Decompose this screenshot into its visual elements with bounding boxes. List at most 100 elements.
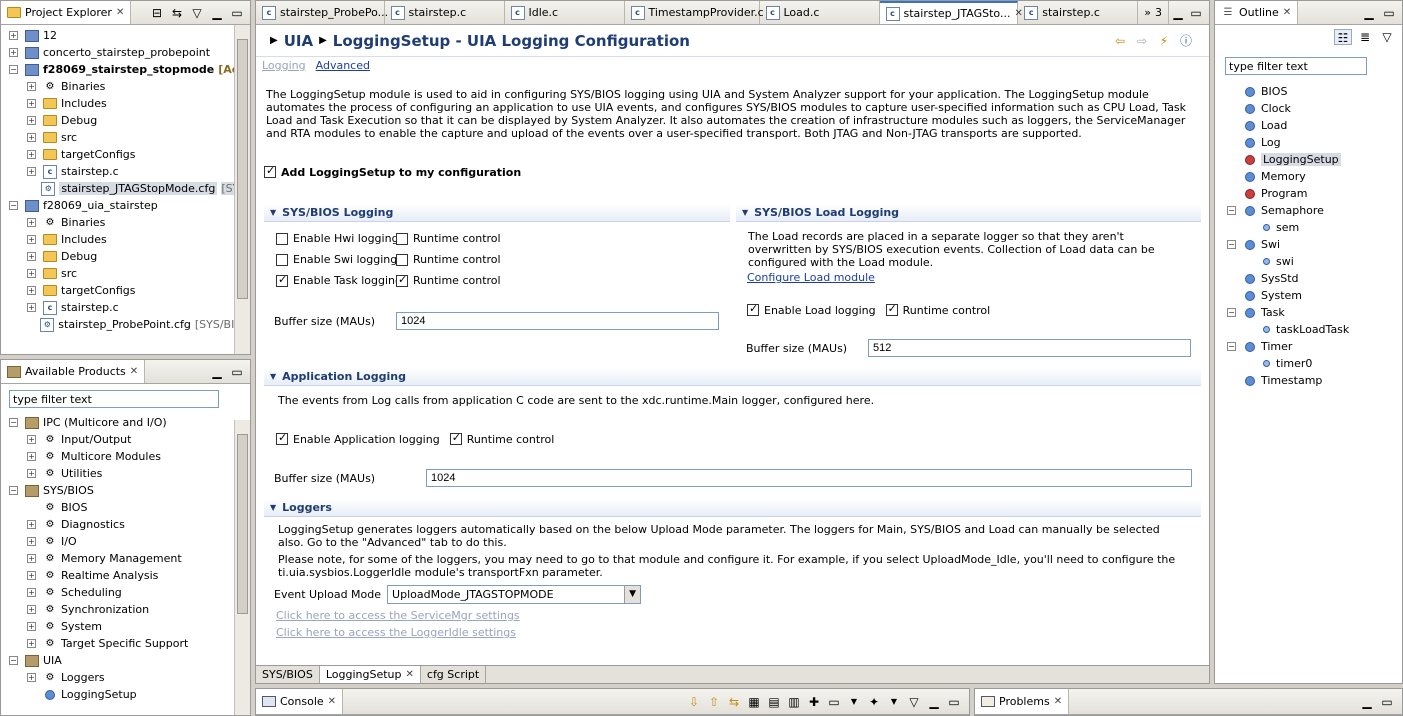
- subtab-advanced[interactable]: Advanced: [316, 59, 370, 72]
- event-upload-mode-select[interactable]: UploadMode_JTAGSTOPMODE ▼: [387, 585, 642, 604]
- collapse-icon[interactable]: −: [1227, 240, 1236, 249]
- app-logging-header[interactable]: ▼ Application Logging: [264, 368, 1201, 386]
- close-icon[interactable]: ✕: [130, 366, 138, 377]
- enable-app-logging-checkbox[interactable]: [276, 431, 288, 445]
- products-filter-input[interactable]: [9, 390, 219, 408]
- sysbios-buffer-input[interactable]: [396, 312, 719, 330]
- view-menu-icon[interactable]: ▽: [1378, 29, 1396, 45]
- tree-item-input-output[interactable]: + ⚙ Input/Output: [9, 431, 250, 448]
- tree-item-bios[interactable]: BIOS: [1227, 83, 1402, 100]
- tree-item-memory-management[interactable]: + ⚙ Memory Management: [9, 550, 250, 567]
- tree-item-program[interactable]: Program: [1227, 185, 1402, 202]
- view-menu-icon[interactable]: ▽: [905, 694, 923, 710]
- back-icon[interactable]: ⇦: [1111, 33, 1129, 49]
- tree-item-uia[interactable]: − UIA: [9, 652, 250, 669]
- collapse-icon[interactable]: ▼: [270, 372, 276, 381]
- dropdown-arrow-icon[interactable]: ▼: [885, 694, 903, 710]
- bottom-tab-loggingsetup[interactable]: LoggingSetup ✕: [319, 666, 421, 683]
- maximize-icon[interactable]: ▭: [228, 364, 246, 380]
- enable-enable-swi-logging-checkbox[interactable]: [276, 253, 288, 266]
- new-console-icon[interactable]: ✚: [805, 694, 823, 710]
- dropdown-arrow-icon[interactable]: ▼: [624, 586, 641, 603]
- maximize-icon[interactable]: ▭: [1380, 5, 1398, 21]
- expand-icon[interactable]: +: [27, 554, 36, 563]
- tree-item-taskloadtask[interactable]: taskLoadTask: [1227, 321, 1402, 338]
- minimize-icon[interactable]: ▁: [1358, 694, 1376, 710]
- scroll-up-icon[interactable]: ⇧: [705, 694, 723, 710]
- display-console-icon[interactable]: ▭: [825, 694, 843, 710]
- expand-icon[interactable]: +: [27, 469, 36, 478]
- collapse-icon[interactable]: −: [9, 656, 18, 665]
- tree-view-icon[interactable]: ☷: [1334, 29, 1352, 45]
- close-icon[interactable]: ✕: [1283, 7, 1291, 18]
- tree-item-swi[interactable]: swi: [1227, 253, 1402, 270]
- expand-icon[interactable]: +: [27, 150, 36, 159]
- expand-icon[interactable]: +: [9, 31, 18, 40]
- tree-item-binaries[interactable]: + ⚙ Binaries: [9, 78, 250, 95]
- expand-icon[interactable]: +: [27, 588, 36, 597]
- add-logging-setup-checkbox[interactable]: [264, 164, 276, 178]
- tree-item-swi[interactable]: − Swi: [1227, 236, 1402, 253]
- collapse-icon[interactable]: −: [1227, 308, 1236, 317]
- scrollbar-thumb[interactable]: [237, 434, 248, 614]
- close-icon[interactable]: ✕: [116, 7, 124, 18]
- scroll-lock-icon[interactable]: ⇆: [725, 694, 743, 710]
- pin-console-icon[interactable]: ▤: [765, 694, 783, 710]
- expand-icon[interactable]: +: [27, 673, 36, 682]
- tab-console[interactable]: Console ✕: [256, 689, 344, 714]
- expand-icon[interactable]: +: [27, 133, 36, 142]
- runtime-control-checkbox[interactable]: [396, 232, 408, 245]
- enable-enable-hwi-logging-checkbox[interactable]: [276, 232, 288, 245]
- runtime-control-checkbox[interactable]: [396, 253, 408, 266]
- close-icon[interactable]: ✕: [328, 696, 336, 707]
- expand-icon[interactable]: +: [27, 435, 36, 444]
- load-logging-header[interactable]: ▼ SYS/BIOS Load Logging: [736, 204, 1201, 222]
- tree-item-loggingsetup[interactable]: LoggingSetup: [9, 686, 250, 703]
- tree-item-task[interactable]: − Task: [1227, 304, 1402, 321]
- loggers-header[interactable]: ▼ Loggers: [264, 499, 1201, 517]
- tab-stairstep-probepo[interactable]: c stairstep_ProbePo...: [256, 1, 388, 24]
- minimize-icon[interactable]: ▁: [1360, 5, 1378, 21]
- collapse-icon[interactable]: ▼: [270, 208, 276, 217]
- collapse-all-icon[interactable]: ⊟: [148, 5, 166, 21]
- breadcrumb-arrow-icon[interactable]: ▶: [270, 35, 278, 46]
- outline-filter-input[interactable]: [1225, 57, 1367, 75]
- minimize-icon[interactable]: ▁: [208, 5, 226, 21]
- expand-icon[interactable]: +: [27, 116, 36, 125]
- expand-icon[interactable]: +: [27, 571, 36, 580]
- copy-icon[interactable]: ▥: [785, 694, 803, 710]
- bottom-tab-cfg-script[interactable]: cfg Script: [421, 666, 487, 683]
- expand-icon[interactable]: +: [27, 622, 36, 631]
- close-icon[interactable]: ✕: [406, 669, 414, 680]
- tree-item-diagnostics[interactable]: + ⚙ Diagnostics: [9, 516, 250, 533]
- collapse-icon[interactable]: −: [9, 65, 18, 74]
- runtime-control-checkbox[interactable]: [396, 273, 408, 287]
- tab-load-c[interactable]: c Load.c: [760, 1, 880, 24]
- sysbios-logging-header[interactable]: ▼ SYS/BIOS Logging: [264, 204, 730, 222]
- link-editor-icon[interactable]: ⇆: [168, 5, 186, 21]
- tree-item-sysstd[interactable]: SysStd: [1227, 270, 1402, 287]
- maximize-icon[interactable]: ▭: [1378, 694, 1396, 710]
- tree-item-load[interactable]: Load: [1227, 117, 1402, 134]
- tree-item-stairstep-c[interactable]: + c stairstep.c: [9, 299, 250, 316]
- tree-item-i-o[interactable]: + ⚙ I/O: [9, 533, 250, 550]
- project-tree-scrollbar[interactable]: [234, 25, 250, 354]
- app-runtime-control-checkbox[interactable]: [449, 431, 462, 445]
- scrollbar-thumb[interactable]: [237, 39, 248, 299]
- collapse-icon[interactable]: −: [9, 201, 18, 210]
- tree-item-clock[interactable]: Clock: [1227, 100, 1402, 117]
- tree-item-target-specific-support[interactable]: + ⚙ Target Specific Support: [9, 635, 250, 652]
- tab-stairstep-jtagsto[interactable]: c stairstep_JTAGSto... ✕: [879, 1, 1023, 24]
- tree-item-utilities[interactable]: + ⚙ Utilities: [9, 465, 250, 482]
- tab-outline[interactable]: ☰ Outline ✕: [1215, 1, 1299, 24]
- clear-console-icon[interactable]: ▦: [745, 694, 763, 710]
- tab-stairstep-c[interactable]: c stairstep.c: [1018, 1, 1139, 24]
- tree-item-realtime-analysis[interactable]: + ⚙ Realtime Analysis: [9, 567, 250, 584]
- tree-item-debug[interactable]: + Debug: [9, 112, 250, 129]
- tree-item-ipc-multicore-and-i-o[interactable]: − IPC (Multicore and I/O): [9, 414, 250, 431]
- scroll-down-icon[interactable]: ⇩: [685, 694, 703, 710]
- expand-icon[interactable]: +: [27, 235, 36, 244]
- expand-icon[interactable]: +: [27, 218, 36, 227]
- tree-item-semaphore[interactable]: − Semaphore: [1227, 202, 1402, 219]
- servicemgr-settings-link[interactable]: Click here to access the ServiceMgr sett…: [276, 609, 520, 622]
